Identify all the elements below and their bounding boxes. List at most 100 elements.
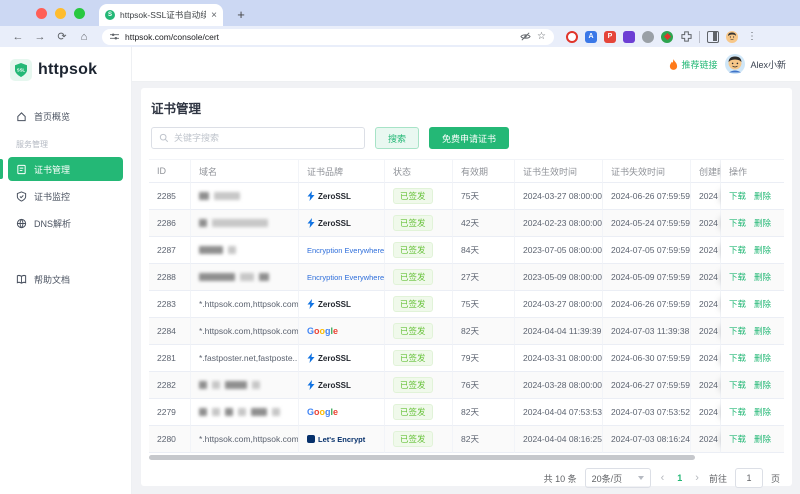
- scrollbar-thumb[interactable]: [149, 455, 696, 460]
- svg-text:SSL: SSL: [17, 68, 26, 73]
- side-panel-icon[interactable]: [707, 30, 719, 43]
- cell-actions: 下载 删除: [721, 372, 784, 399]
- cell-created-clipped: 2024: [691, 183, 721, 210]
- delete-link[interactable]: 删除: [754, 298, 771, 310]
- puzzle-extensions-icon[interactable]: [680, 31, 692, 43]
- delete-link[interactable]: 删除: [754, 379, 771, 391]
- cell-domain: [191, 183, 299, 210]
- user-avatar: [725, 54, 746, 74]
- status-badge: 已签发: [393, 215, 433, 231]
- cell-domain: *.httpsok.com,httpsok.com: [191, 318, 299, 345]
- table-row: 2284 *.httpsok.com,httpsok.com Google 已签发 82…: [149, 318, 784, 345]
- opera-extension-icon[interactable]: [566, 30, 578, 43]
- redacted-domain-block: [199, 381, 207, 389]
- delete-link[interactable]: 删除: [754, 406, 771, 418]
- browser-menu-icon[interactable]: ⋮: [745, 31, 759, 42]
- sidebar-item-certificate[interactable]: 证书管理: [0, 157, 123, 181]
- reload-icon[interactable]: ⟳: [52, 28, 72, 46]
- download-link[interactable]: 下载: [729, 352, 746, 364]
- download-link[interactable]: 下载: [729, 406, 746, 418]
- delete-link[interactable]: 删除: [754, 325, 771, 337]
- home-icon: [16, 111, 27, 122]
- cell-end-time: 2024-07-03 07:53:52: [603, 399, 691, 426]
- cell-created-clipped: 2024: [691, 237, 721, 264]
- delete-link[interactable]: 删除: [754, 352, 771, 364]
- cell-end-time: 2024-06-30 07:59:59: [603, 345, 691, 372]
- search-button[interactable]: 搜索: [375, 127, 420, 149]
- app-logo[interactable]: SSL httpsok: [0, 47, 131, 95]
- browser-tabstrip: S httpsok-SSL证书自动续期|长 × +: [0, 0, 800, 26]
- cell-status: 已签发: [385, 210, 453, 237]
- minimize-window-button[interactable]: [55, 7, 66, 19]
- delete-link[interactable]: 删除: [754, 190, 771, 202]
- download-link[interactable]: 下载: [729, 325, 746, 337]
- cell-brand: ZeroSSL: [299, 372, 385, 399]
- redacted-domain-block: [212, 408, 220, 416]
- column-header: 操作: [721, 159, 784, 183]
- page-title: 证书管理: [151, 102, 202, 116]
- delete-link[interactable]: 删除: [754, 433, 771, 445]
- site-settings-icon[interactable]: [110, 32, 119, 41]
- next-page-button[interactable]: ›: [693, 472, 701, 484]
- table-row: 2288 Encryption Everywhere™ 已签发 27天 2023-05-…: [149, 264, 784, 291]
- address-bar[interactable]: httpsok.com/console/cert ☆: [102, 28, 554, 45]
- home-icon[interactable]: ⌂: [74, 28, 94, 46]
- new-tab-button[interactable]: +: [231, 4, 251, 24]
- pdf-extension-icon[interactable]: P: [604, 30, 616, 43]
- redacted-domain-block: [259, 273, 269, 281]
- cell-start-time: 2024-04-04 11:39:39: [515, 318, 603, 345]
- search-input[interactable]: [174, 133, 357, 143]
- apply-cert-button[interactable]: 免费申请证书: [429, 127, 510, 149]
- browser-toolbar: ← → ⟳ ⌂ httpsok.com/console/cert ☆ A P ⋮: [0, 26, 800, 47]
- search-box[interactable]: [151, 127, 365, 149]
- user-menu[interactable]: Alex小新: [725, 54, 786, 74]
- chevron-down-icon: [637, 476, 644, 480]
- bookmark-star-icon[interactable]: ☆: [537, 31, 546, 42]
- horizontal-scrollbar[interactable]: [149, 453, 784, 462]
- delete-link[interactable]: 删除: [754, 271, 771, 283]
- sidebar-item-label: 证书监控: [34, 191, 71, 202]
- redacted-domain-block: [228, 246, 236, 254]
- page-size-select[interactable]: 20条/页: [584, 468, 651, 488]
- eye-off-icon[interactable]: [520, 31, 531, 42]
- download-link[interactable]: 下载: [729, 190, 746, 202]
- total-count: 共 10 条: [543, 473, 577, 484]
- goto-page-input[interactable]: [734, 468, 763, 488]
- current-page[interactable]: 1: [674, 473, 685, 483]
- sidebar-item-docs[interactable]: 帮助文档: [8, 267, 123, 291]
- dart-extension-icon[interactable]: [661, 30, 673, 43]
- status-badge: 已签发: [393, 296, 433, 312]
- prev-page-button[interactable]: ‹: [659, 472, 667, 484]
- zoom-window-button[interactable]: [74, 7, 85, 19]
- cell-status: 已签发: [385, 426, 453, 453]
- dns-globe-icon: [16, 218, 27, 229]
- sidebar-nav: 首页概览 服务管理 证书管理 证书监控 DNS解析 帮助文档: [0, 95, 131, 300]
- app-header: 推荐链接 Alex小新: [132, 47, 800, 82]
- browser-tab[interactable]: S httpsok-SSL证书自动续期|长 ×: [99, 4, 223, 26]
- sidebar-item-dns-globe[interactable]: DNS解析: [8, 211, 123, 235]
- sidebar-item-shield-monitor[interactable]: 证书监控: [8, 184, 123, 208]
- download-link[interactable]: 下载: [729, 433, 746, 445]
- cell-actions: 下载 删除: [721, 291, 784, 318]
- cell-domain: [191, 264, 299, 291]
- translate-extension-icon[interactable]: A: [585, 30, 597, 43]
- download-link[interactable]: 下载: [729, 379, 746, 391]
- redacted-domain-block: [212, 219, 268, 227]
- close-window-button[interactable]: [36, 7, 47, 19]
- download-link[interactable]: 下载: [729, 271, 746, 283]
- app-logo-text: httpsok: [38, 61, 98, 78]
- browser-profile-avatar[interactable]: [726, 30, 738, 43]
- tab-close-icon[interactable]: ×: [211, 10, 217, 21]
- url-text[interactable]: httpsok.com/console/cert: [125, 32, 514, 42]
- sidebar-item-home[interactable]: 首页概览: [8, 104, 123, 128]
- back-icon[interactable]: ←: [8, 28, 28, 46]
- download-link[interactable]: 下载: [729, 217, 746, 229]
- purple-extension-icon[interactable]: [623, 30, 635, 43]
- forward-icon[interactable]: →: [30, 28, 50, 46]
- download-link[interactable]: 下载: [729, 298, 746, 310]
- delete-link[interactable]: 删除: [754, 244, 771, 256]
- promo-link[interactable]: 推荐链接: [669, 58, 717, 71]
- delete-link[interactable]: 删除: [754, 217, 771, 229]
- download-link[interactable]: 下载: [729, 244, 746, 256]
- gray-extension-icon[interactable]: [642, 30, 654, 43]
